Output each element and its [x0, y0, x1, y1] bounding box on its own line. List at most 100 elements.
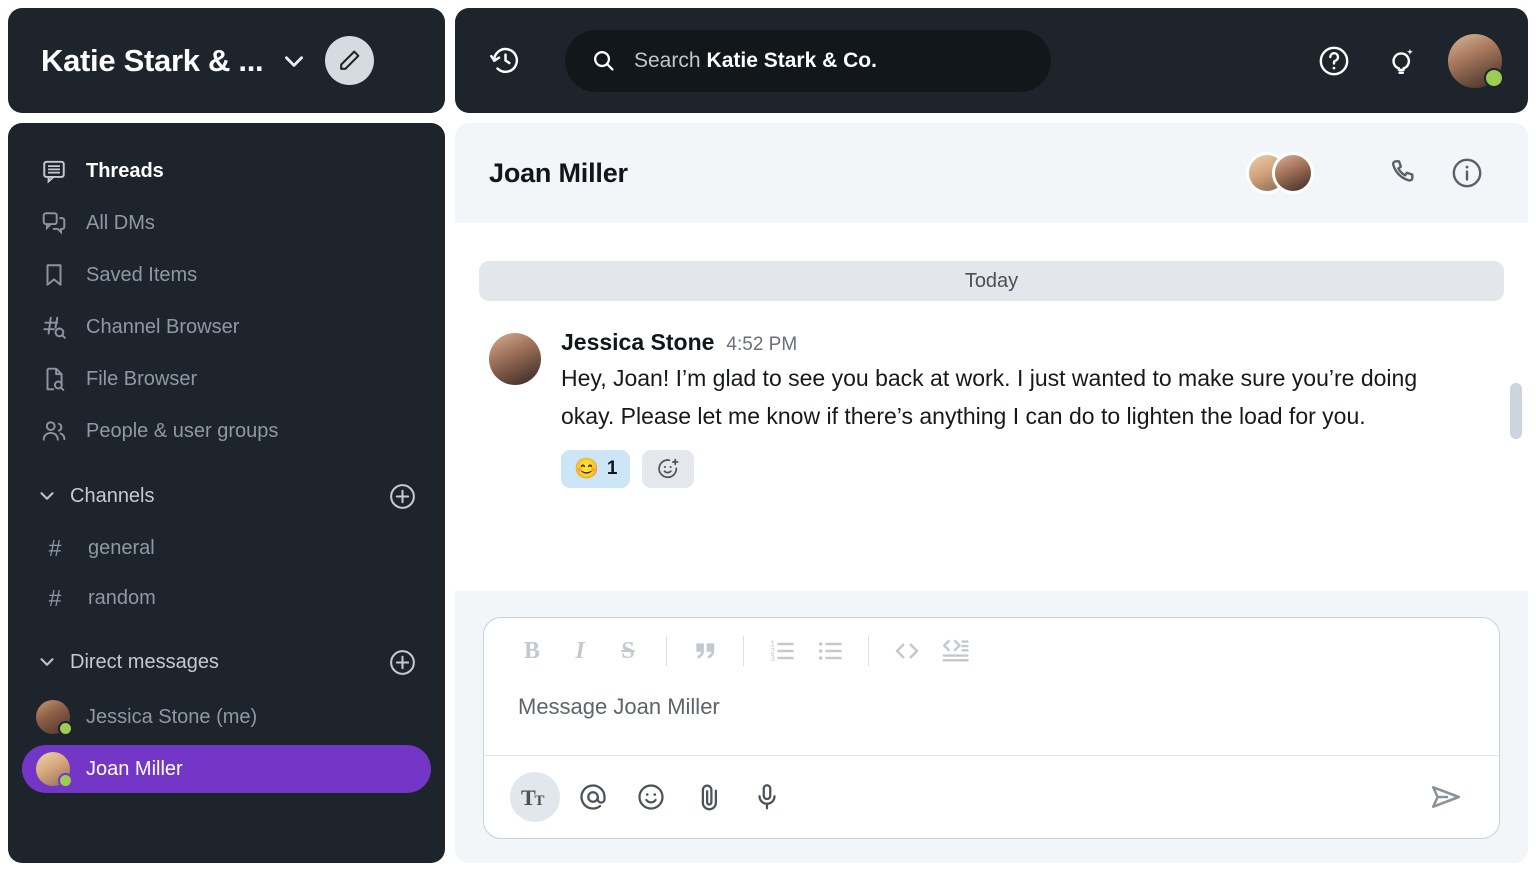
- toolbar-divider: [868, 636, 869, 666]
- at-icon: [578, 782, 608, 812]
- day-divider-label: Today: [964, 269, 1019, 292]
- dm-label: Joan Miller: [86, 757, 183, 780]
- reaction-count: 1: [606, 457, 618, 479]
- message-timestamp: 4:52 PM: [726, 334, 798, 355]
- sidebar-item-people-user-groups[interactable]: People & user groups: [22, 405, 431, 457]
- left-column: Katie Stark & ... Threads All DMs Saved …: [8, 8, 445, 863]
- chevron-down-icon: [34, 483, 60, 509]
- conversation-members[interactable]: [1246, 152, 1314, 194]
- italic-button[interactable]: I: [558, 629, 602, 673]
- plus-circle-icon: [388, 482, 417, 511]
- send-icon: [1429, 780, 1463, 814]
- text-format-icon: TT: [521, 783, 549, 811]
- channels-section-header[interactable]: Channels: [22, 469, 431, 523]
- composer-area: B I S 123 Message Joan Miller T T: [455, 591, 1528, 863]
- message-meta: Jessica Stone 4:52 PM: [561, 329, 1504, 356]
- reaction-chip[interactable]: 😊 1: [561, 449, 631, 488]
- attach-button[interactable]: [684, 772, 734, 822]
- add-channel-button[interactable]: [387, 481, 417, 511]
- compose-button[interactable]: [325, 36, 375, 85]
- formatting-toggle-button[interactable]: TT: [510, 772, 560, 822]
- quote-button[interactable]: [683, 629, 727, 673]
- phone-icon: [1387, 157, 1419, 189]
- dm-label: Jessica Stone (me): [86, 705, 258, 728]
- scrollbar-thumb[interactable]: [1510, 383, 1522, 439]
- sidebar-item-channel-browser[interactable]: Channel Browser: [22, 301, 431, 353]
- help-button[interactable]: [1308, 35, 1360, 87]
- sidebar-item-label: Channel Browser: [86, 315, 240, 338]
- sidebar-item-all-dms[interactable]: All DMs: [22, 197, 431, 249]
- channel-item-general[interactable]: # general: [22, 523, 431, 573]
- sidebar-item-saved-items[interactable]: Saved Items: [22, 249, 431, 301]
- message-input[interactable]: Message Joan Miller: [484, 684, 1499, 756]
- pencil-icon: [337, 48, 362, 73]
- sidebar-item-label: Threads: [86, 159, 164, 182]
- app-root: Katie Stark & ... Threads All DMs Saved …: [0, 0, 1536, 871]
- day-divider: Today: [479, 261, 1504, 301]
- add-dm-button[interactable]: [387, 647, 417, 677]
- bookmark-icon: [40, 261, 68, 289]
- add-reaction-button[interactable]: [642, 449, 695, 488]
- channel-label: random: [88, 586, 156, 609]
- history-button[interactable]: [479, 35, 531, 87]
- info-button[interactable]: [1440, 146, 1494, 200]
- search-input[interactable]: Search Katie Stark & Co.: [565, 29, 1051, 92]
- composer-actions: TT: [484, 756, 1499, 838]
- dm-item-jessica-stone[interactable]: Jessica Stone (me): [22, 693, 431, 741]
- mention-button[interactable]: [568, 772, 618, 822]
- toolbar-divider: [743, 636, 744, 666]
- message-reactions: 😊 1: [561, 449, 1504, 488]
- paperclip-icon: [694, 782, 724, 812]
- emoji-button[interactable]: [626, 772, 676, 822]
- call-button[interactable]: [1376, 146, 1430, 200]
- code-icon: [892, 636, 922, 666]
- channel-item-random[interactable]: # random: [22, 573, 431, 623]
- conversation-title: Joan Miller: [489, 157, 628, 188]
- user-avatar[interactable]: [1448, 33, 1504, 88]
- dm-icon: [40, 209, 68, 237]
- threads-icon: [40, 157, 68, 185]
- hash-icon: #: [48, 534, 62, 561]
- sidebar-item-threads[interactable]: Threads: [22, 145, 431, 197]
- sidebar-item-file-browser[interactable]: File Browser: [22, 353, 431, 405]
- sidebar: Threads All DMs Saved Items Channel Brow…: [8, 123, 445, 863]
- svg-text:T: T: [534, 792, 544, 809]
- dm-item-joan-miller[interactable]: Joan Miller: [22, 745, 431, 793]
- status-dot-online: [1484, 67, 1504, 88]
- voice-button[interactable]: [742, 772, 792, 822]
- chevron-down-icon: [34, 649, 60, 675]
- message-input-placeholder: Message Joan Miller: [518, 694, 720, 719]
- sidebar-item-label: People & user groups: [86, 419, 279, 442]
- message-item: Jessica Stone 4:52 PM Hey, Joan! I’m gla…: [455, 301, 1528, 488]
- tips-button[interactable]: [1374, 35, 1426, 87]
- bold-button[interactable]: B: [510, 629, 554, 673]
- file-search-icon: [40, 365, 68, 393]
- bullet-list-button[interactable]: [808, 629, 852, 673]
- help-circle-icon: [1317, 44, 1351, 78]
- message-list: Today Jessica Stone 4:52 PM Hey, Joan! I…: [455, 233, 1528, 581]
- composer: B I S 123 Message Joan Miller T T: [483, 617, 1500, 839]
- avatar[interactable]: [489, 333, 541, 385]
- ordered-list-icon: 123: [768, 637, 796, 665]
- message-scrollbar[interactable]: [1510, 383, 1522, 513]
- code-block-button[interactable]: [933, 629, 977, 673]
- toolbar-divider: [666, 636, 667, 666]
- dm-section-header[interactable]: Direct messages: [22, 635, 431, 689]
- channel-search-icon: [40, 313, 68, 341]
- top-bar: Search Katie Stark & Co.: [455, 8, 1528, 113]
- sidebar-item-label: Saved Items: [86, 263, 198, 286]
- message-author[interactable]: Jessica Stone: [561, 329, 714, 356]
- status-dot-online: [58, 721, 73, 736]
- info-circle-icon: [1450, 156, 1484, 190]
- send-button[interactable]: [1419, 770, 1473, 824]
- avatar: [36, 752, 73, 788]
- quote-icon: [692, 638, 718, 664]
- ordered-list-button[interactable]: 123: [760, 629, 804, 673]
- plus-circle-icon: [388, 648, 417, 677]
- status-dot-online: [58, 773, 73, 788]
- chevron-down-icon[interactable]: [281, 48, 307, 74]
- dm-section-title: Direct messages: [70, 650, 219, 673]
- strikethrough-button[interactable]: S: [606, 629, 650, 673]
- code-button[interactable]: [885, 629, 929, 673]
- right-column: Search Katie Stark & Co. Joan Miller Tod…: [455, 8, 1536, 863]
